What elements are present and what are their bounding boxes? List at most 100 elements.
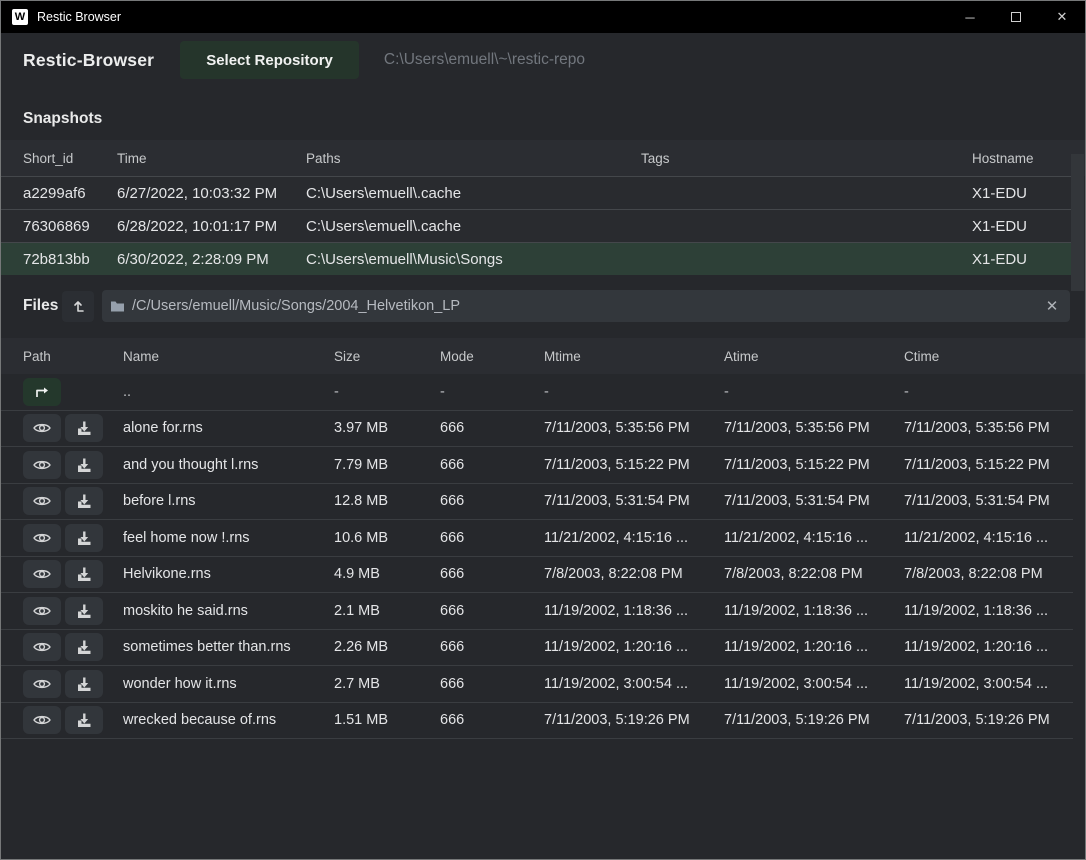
download-file-button[interactable] <box>65 451 103 479</box>
folder-icon <box>110 300 125 313</box>
file-ctime: 11/19/2002, 1:18:36 ... <box>904 603 1073 619</box>
repository-path: C:\Users\emuell\~\restic-repo <box>384 51 585 69</box>
download-file-button[interactable] <box>65 633 103 661</box>
file-mode: 666 <box>440 493 544 509</box>
download-file-button[interactable] <box>65 414 103 442</box>
eye-icon <box>32 677 52 691</box>
snapshot-paths: C:\Users\emuell\Music\Songs <box>306 251 641 268</box>
snapshot-row[interactable]: 76306869 6/28/2022, 10:01:17 PM C:\Users… <box>1 209 1073 242</box>
file-atime: 7/11/2003, 5:15:22 PM <box>724 457 904 473</box>
snapshot-row[interactable]: 72b813bb 6/30/2022, 2:28:09 PM C:\Users\… <box>1 242 1073 275</box>
preview-file-button[interactable] <box>23 524 61 552</box>
go-up-button[interactable] <box>23 378 61 406</box>
preview-file-button[interactable] <box>23 633 61 661</box>
file-atime: 11/19/2002, 1:20:16 ... <box>724 639 904 655</box>
snapshots-table-body: a2299af6 6/27/2022, 10:03:32 PM C:\Users… <box>1 176 1085 275</box>
file-row[interactable]: alone for.rns 3.97 MB 666 7/11/2003, 5:3… <box>1 411 1073 448</box>
file-mtime: 7/11/2003, 5:35:56 PM <box>544 420 724 436</box>
clear-path-icon: ✕ <box>1046 298 1059 315</box>
file-row[interactable]: feel home now !.rns 10.6 MB 666 11/21/20… <box>1 520 1073 557</box>
snapshot-short-id: a2299af6 <box>23 185 117 202</box>
eye-icon <box>32 531 52 545</box>
snapshot-row[interactable]: a2299af6 6/27/2022, 10:03:32 PM C:\Users… <box>1 176 1073 209</box>
file-row[interactable]: wrecked because of.rns 1.51 MB 666 7/11/… <box>1 703 1073 740</box>
download-file-button[interactable] <box>65 597 103 625</box>
file-row[interactable]: and you thought l.rns 7.79 MB 666 7/11/2… <box>1 447 1073 484</box>
snapshot-hostname: X1-EDU <box>972 218 1073 235</box>
parent-directory-button[interactable] <box>62 291 94 322</box>
column-paths: Paths <box>306 151 641 166</box>
file-size: 2.26 MB <box>334 639 440 655</box>
file-size: 10.6 MB <box>334 530 440 546</box>
files-title: Files <box>23 297 62 315</box>
download-icon <box>75 456 93 474</box>
download-icon <box>75 565 93 583</box>
preview-file-button[interactable] <box>23 706 61 734</box>
file-name: wrecked because of.rns <box>123 712 334 728</box>
column-tags: Tags <box>641 151 972 166</box>
minimize-icon: ─ <box>965 10 974 25</box>
file-row[interactable]: wonder how it.rns 2.7 MB 666 11/19/2002,… <box>1 666 1073 703</box>
download-file-button[interactable] <box>65 706 103 734</box>
current-path-bar[interactable]: /C/Users/emuell/Music/Songs/2004_Helveti… <box>102 290 1070 322</box>
file-row[interactable]: before l.rns 12.8 MB 666 7/11/2003, 5:31… <box>1 484 1073 521</box>
file-mode: 666 <box>440 566 544 582</box>
file-mode: 666 <box>440 676 544 692</box>
file-name: .. <box>123 384 334 400</box>
file-ctime: - <box>904 384 1073 400</box>
close-icon: ✕ <box>1057 9 1068 25</box>
file-atime: 7/11/2003, 5:35:56 PM <box>724 420 904 436</box>
file-atime: 7/11/2003, 5:19:26 PM <box>724 712 904 728</box>
snapshot-paths: C:\Users\emuell\.cache <box>306 185 641 202</box>
download-icon <box>75 492 93 510</box>
file-row[interactable]: Helvikone.rns 4.9 MB 666 7/8/2003, 8:22:… <box>1 557 1073 594</box>
download-icon <box>75 711 93 729</box>
preview-file-button[interactable] <box>23 670 61 698</box>
file-size: 1.51 MB <box>334 712 440 728</box>
file-mode: 666 <box>440 457 544 473</box>
file-name: and you thought l.rns <box>123 457 334 473</box>
download-icon <box>75 675 93 693</box>
file-row[interactable]: moskito he said.rns 2.1 MB 666 11/19/200… <box>1 593 1073 630</box>
file-mtime: 7/11/2003, 5:15:22 PM <box>544 457 724 473</box>
snapshot-time: 6/30/2022, 2:28:09 PM <box>117 251 306 268</box>
eye-icon <box>32 494 52 508</box>
download-file-button[interactable] <box>65 560 103 588</box>
column-atime: Atime <box>724 349 904 364</box>
preview-file-button[interactable] <box>23 414 61 442</box>
close-button[interactable]: ✕ <box>1039 1 1085 33</box>
column-mode: Mode <box>440 349 544 364</box>
download-file-button[interactable] <box>65 487 103 515</box>
file-mtime: 11/19/2002, 1:18:36 ... <box>544 603 724 619</box>
preview-file-button[interactable] <box>23 487 61 515</box>
snapshot-paths: C:\Users\emuell\.cache <box>306 218 641 235</box>
parent-dir-row[interactable]: .. - - - - - <box>1 374 1073 411</box>
minimize-button[interactable]: ─ <box>947 1 993 33</box>
download-icon <box>75 529 93 547</box>
download-file-button[interactable] <box>65 524 103 552</box>
file-size: 2.1 MB <box>334 603 440 619</box>
snapshots-scrollbar[interactable] <box>1071 154 1084 291</box>
column-path: Path <box>23 349 123 364</box>
select-repository-button[interactable]: Select Repository <box>180 41 359 79</box>
file-atime: - <box>724 384 904 400</box>
app-header: Restic-Browser Select Repository C:\User… <box>1 33 1085 87</box>
file-row[interactable]: sometimes better than.rns 2.26 MB 666 11… <box>1 630 1073 667</box>
maximize-icon <box>1011 12 1021 22</box>
clear-path-button[interactable]: ✕ <box>1034 290 1070 322</box>
download-icon <box>75 638 93 656</box>
column-time: Time <box>117 151 306 166</box>
snapshots-table-header: Short_id Time Paths Tags Hostname <box>1 140 1085 176</box>
preview-file-button[interactable] <box>23 451 61 479</box>
file-mode: 666 <box>440 530 544 546</box>
maximize-button[interactable] <box>993 1 1039 33</box>
app-name: Restic-Browser <box>23 50 154 71</box>
file-name: Helvikone.rns <box>123 566 334 582</box>
preview-file-button[interactable] <box>23 597 61 625</box>
file-name: wonder how it.rns <box>123 676 334 692</box>
eye-icon <box>32 713 52 727</box>
file-mode: - <box>440 384 544 400</box>
download-file-button[interactable] <box>65 670 103 698</box>
preview-file-button[interactable] <box>23 560 61 588</box>
file-mode: 666 <box>440 603 544 619</box>
